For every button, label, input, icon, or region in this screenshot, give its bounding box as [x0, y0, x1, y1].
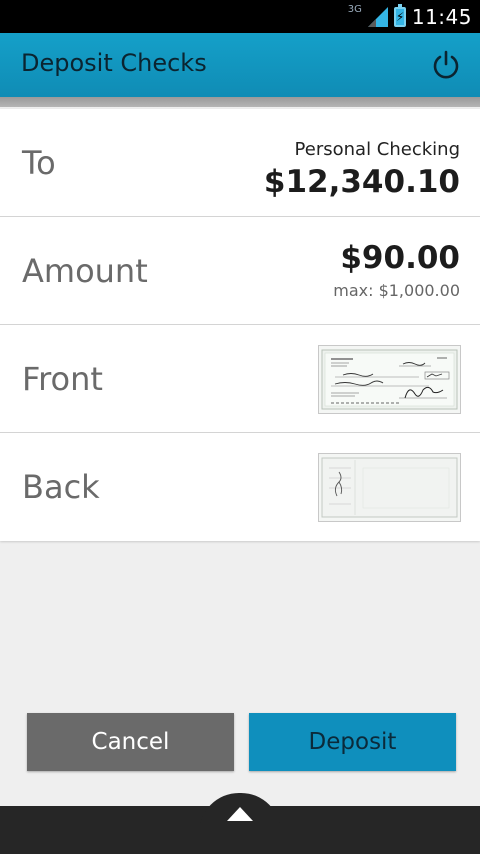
amount-value: $90.00: [340, 240, 460, 276]
status-bar: 3G ⚡ 11:45: [0, 0, 480, 33]
chevron-up-icon: [227, 807, 253, 821]
check-front-thumbnail[interactable]: [318, 345, 461, 414]
drawer-handle[interactable]: [199, 793, 281, 833]
network-type-label: 3G: [347, 4, 362, 15]
back-image-row[interactable]: Back: [0, 433, 480, 541]
battery-icon: ⚡: [393, 3, 406, 27]
deposit-form: To Personal Checking $12,340.10 Amount $…: [0, 109, 480, 541]
to-account-row[interactable]: To Personal Checking $12,340.10: [0, 109, 480, 217]
check-front-image: [321, 349, 458, 410]
power-icon: [433, 50, 459, 79]
cancel-button[interactable]: Cancel: [27, 713, 234, 771]
check-back-image: [321, 457, 458, 518]
account-balance: $12,340.10: [263, 164, 460, 200]
back-label: Back: [22, 468, 100, 506]
power-button[interactable]: [426, 45, 466, 85]
page-title: Deposit Checks: [21, 49, 207, 77]
check-back-thumbnail[interactable]: [318, 453, 461, 522]
action-bar: Deposit Checks: [0, 33, 480, 107]
front-image-row[interactable]: Front: [0, 325, 480, 433]
amount-label: Amount: [22, 252, 148, 290]
to-label: To: [22, 144, 56, 182]
front-label: Front: [22, 360, 103, 398]
amount-max: max: $1,000.00: [333, 281, 460, 300]
signal-icon: [367, 6, 388, 27]
amount-row[interactable]: Amount $90.00 max: $1,000.00: [0, 217, 480, 325]
status-icons: 3G ⚡ 11:45: [348, 0, 472, 33]
deposit-button[interactable]: Deposit: [249, 713, 456, 771]
clock: 11:45: [411, 4, 472, 29]
account-name: Personal Checking: [294, 139, 460, 160]
